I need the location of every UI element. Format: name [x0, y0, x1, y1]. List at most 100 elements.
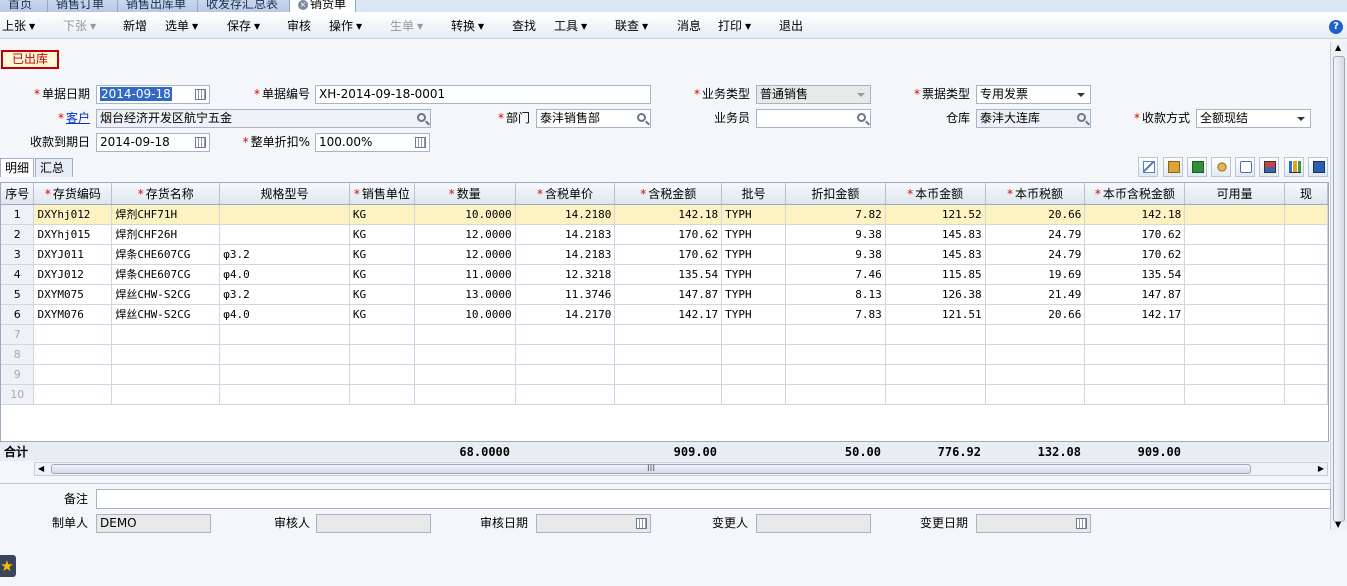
table-cell[interactable]: 12.0000: [414, 224, 516, 245]
column-header[interactable]: 可用量: [1184, 183, 1285, 205]
table-cell[interactable]: DXYJ012: [33, 264, 113, 285]
table-row[interactable]: 4 DXYJ012 焊条CHE607CG φ4.0 KG 11.0000 12.3218 13…: [1, 264, 1328, 285]
table-cell[interactable]: [1184, 344, 1285, 365]
dropdown-arrow-icon[interactable]: [1297, 117, 1305, 121]
table-cell[interactable]: [111, 344, 221, 365]
table-cell[interactable]: [1184, 324, 1285, 345]
column-header[interactable]: * 存货编码: [33, 183, 113, 205]
table-cell[interactable]: φ4.0: [219, 264, 350, 285]
table-cell[interactable]: [349, 344, 415, 365]
table-cell[interactable]: 145.83: [885, 224, 986, 245]
column-header[interactable]: * 数量: [414, 183, 516, 205]
table-cell[interactable]: [349, 384, 415, 405]
column-header[interactable]: 规格型号: [219, 183, 350, 205]
table-cell[interactable]: [414, 384, 516, 405]
menu-convert[interactable]: 转换 ▼: [451, 18, 484, 34]
table-cell[interactable]: 19.69: [985, 264, 1086, 285]
table-cell[interactable]: [721, 324, 787, 345]
column-header[interactable]: 折扣金额: [785, 183, 886, 205]
table-row[interactable]: 2 DXYhj015 焊剂CHF26H KG 12.0000 14.2183 170.62 T…: [1, 224, 1328, 245]
excel-export-icon[interactable]: [1187, 157, 1207, 177]
table-row[interactable]: 6 DXYM076 焊丝CHW-S2CG φ4.0 KG 10.0000 14.2170 14…: [1, 304, 1328, 325]
table-cell[interactable]: TYPH: [721, 304, 787, 325]
table-cell[interactable]: φ3.2: [219, 244, 350, 265]
table-cell[interactable]: 焊条CHE607CG: [111, 264, 221, 285]
table-cell[interactable]: KG: [349, 264, 415, 285]
warehouse-field[interactable]: 泰沣大连库: [976, 109, 1091, 128]
menu-new[interactable]: 新增: [123, 18, 147, 34]
table-cell[interactable]: [1184, 244, 1285, 265]
table-cell[interactable]: [1184, 264, 1285, 285]
table-cell[interactable]: 24.79: [985, 224, 1086, 245]
table-cell[interactable]: [985, 344, 1086, 365]
table-cell[interactable]: KG: [349, 304, 415, 325]
table-cell[interactable]: [885, 384, 986, 405]
table-cell[interactable]: [515, 384, 616, 405]
table-cell[interactable]: [721, 384, 787, 405]
table-cell[interactable]: 7.83: [785, 304, 886, 325]
table-cell[interactable]: [885, 324, 986, 345]
table-cell[interactable]: [1284, 344, 1328, 365]
table-cell[interactable]: 142.17: [614, 304, 723, 325]
favorite-star-icon[interactable]: ★: [0, 555, 16, 577]
table-cell[interactable]: [1284, 284, 1328, 305]
table-cell[interactable]: 14.2183: [515, 224, 616, 245]
table-cell[interactable]: 142.18: [1084, 204, 1186, 225]
table-cell[interactable]: TYPH: [721, 204, 787, 225]
doc-no-field[interactable]: XH-2014-09-18-0001: [315, 85, 651, 104]
table-cell[interactable]: TYPH: [721, 224, 787, 245]
table-cell[interactable]: 9.38: [785, 244, 886, 265]
table-cell[interactable]: [985, 324, 1086, 345]
calendar-icon[interactable]: [195, 137, 206, 148]
table-cell[interactable]: [1184, 204, 1285, 225]
table-cell[interactable]: 170.62: [614, 244, 723, 265]
table-cell[interactable]: [1084, 344, 1186, 365]
menu-operation[interactable]: 操作 ▼: [329, 18, 362, 34]
discount-field[interactable]: 100.00%: [315, 133, 430, 152]
table-cell[interactable]: [985, 364, 1086, 385]
table-cell[interactable]: [1284, 364, 1328, 385]
table-cell[interactable]: 焊剂CHF26H: [111, 224, 221, 245]
table-cell[interactable]: [785, 364, 886, 385]
horizontal-scrollbar[interactable]: ◀ III ▶: [34, 462, 1328, 476]
table-cell[interactable]: [219, 344, 350, 365]
table-cell[interactable]: 14.2180: [515, 204, 616, 225]
table-cell[interactable]: 170.62: [1084, 244, 1186, 265]
menu-prev[interactable]: 上张 ▼: [2, 18, 35, 34]
table-cell[interactable]: [111, 364, 221, 385]
table-cell[interactable]: [219, 384, 350, 405]
table-cell[interactable]: DXYhj012: [33, 204, 113, 225]
table-cell[interactable]: [614, 324, 723, 345]
table-cell[interactable]: 14.2183: [515, 244, 616, 265]
table-cell[interactable]: [33, 384, 113, 405]
table-cell[interactable]: 126.38: [885, 284, 986, 305]
table-cell[interactable]: 12.0000: [414, 244, 516, 265]
table-cell[interactable]: [414, 364, 516, 385]
table-cell[interactable]: [614, 384, 723, 405]
column-header[interactable]: 序号: [1, 183, 35, 205]
vertical-scrollbar[interactable]: ▲ ▼: [1330, 42, 1347, 530]
table-cell[interactable]: 焊条CHE607CG: [111, 244, 221, 265]
column-header[interactable]: * 本币税额: [985, 183, 1086, 205]
tab-detail[interactable]: 明细: [0, 158, 34, 177]
table-cell[interactable]: 142.18: [614, 204, 723, 225]
table-cell[interactable]: 11.3746: [515, 284, 616, 305]
table-cell[interactable]: [1184, 384, 1285, 405]
table-cell[interactable]: [614, 344, 723, 365]
table-cell[interactable]: KG: [349, 244, 415, 265]
scroll-thumb[interactable]: III: [51, 464, 1251, 474]
table-cell[interactable]: 147.87: [1084, 284, 1186, 305]
table-cell[interactable]: 10.0000: [414, 304, 516, 325]
menu-print[interactable]: 打印 ▼: [718, 18, 751, 34]
table-cell[interactable]: DXYJ011: [33, 244, 113, 265]
table-cell[interactable]: [219, 364, 350, 385]
table-cell[interactable]: [1184, 364, 1285, 385]
calendar-icon[interactable]: [195, 89, 206, 100]
search-icon[interactable]: [1077, 113, 1086, 122]
save-icon[interactable]: [1308, 157, 1328, 177]
search-icon[interactable]: [637, 113, 646, 122]
table-row[interactable]: 1 DXYhj012 焊剂CHF71H KG 10.0000 14.2180 142.18 T…: [1, 204, 1328, 225]
table-cell[interactable]: [1284, 224, 1328, 245]
column-header[interactable]: * 含税单价: [515, 183, 616, 205]
table-cell[interactable]: [1084, 384, 1186, 405]
